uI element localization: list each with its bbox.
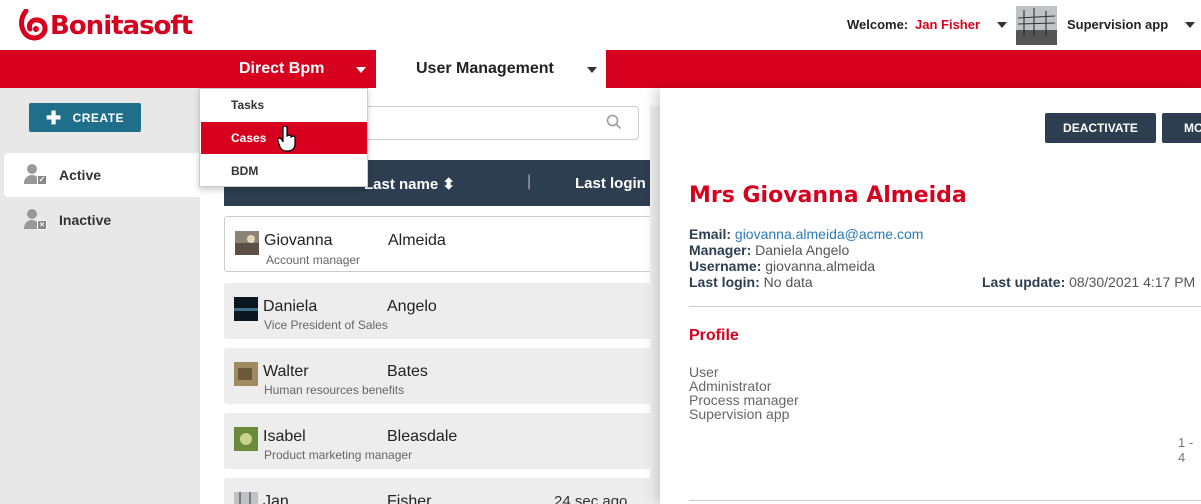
table-row[interactable]: Giovanna Almeida Account manager	[224, 216, 660, 272]
menu-item-tasks[interactable]: Tasks	[201, 89, 367, 121]
user-management-chevron-down-icon[interactable]	[587, 67, 597, 73]
sidebar	[0, 88, 200, 504]
app-menu-chevron-down-icon[interactable]	[1185, 22, 1195, 28]
user-name[interactable]: Jan Fisher	[915, 17, 980, 32]
direct-bpm-chevron-down-icon[interactable]	[356, 67, 366, 73]
active-user-icon: ✓	[24, 164, 48, 186]
profile-heading: Profile	[689, 327, 739, 344]
avatar	[234, 297, 258, 321]
job-title: Vice President of Sales	[264, 318, 388, 332]
search-input[interactable]	[356, 106, 639, 140]
last-update-value: 08/30/2021 4:17 PM	[1069, 274, 1196, 290]
table-row[interactable]: Daniela Angelo Vice President of Sales	[224, 283, 660, 339]
manager-row: Manager: Daniela Angelo	[689, 242, 849, 258]
table-row[interactable]: Jan Fisher 24 sec ago	[224, 478, 660, 504]
last-name: Fisher	[387, 493, 432, 504]
sidebar-item-inactive[interactable]: × Inactive	[4, 198, 200, 242]
avatar	[234, 362, 258, 386]
divider	[689, 306, 1201, 307]
first-name: Jan	[263, 493, 289, 504]
app-name[interactable]: Supervision app	[1067, 17, 1168, 32]
first-name: Walter	[263, 363, 309, 380]
last-name: Almeida	[388, 232, 446, 249]
first-name: Giovanna	[264, 232, 333, 249]
plus-icon: ✚	[46, 107, 62, 128]
last-name-label: Last name	[364, 176, 439, 193]
last-update-label: Last update:	[982, 274, 1066, 290]
scrollbar[interactable]	[650, 106, 660, 504]
email-row: Email: giovanna.almeida@acme.com	[689, 226, 923, 242]
first-name: Daniela	[263, 298, 318, 315]
first-name: Isabel	[263, 428, 306, 445]
last-login-label: Last login:	[689, 274, 760, 290]
column-header-last-login[interactable]: Last login	[575, 175, 646, 192]
profile-item: Supervision app	[689, 406, 790, 422]
welcome-label: Welcome:	[847, 17, 909, 32]
sort-icon: ⬍	[442, 176, 455, 193]
sidebar-item-active[interactable]: ✓ Active	[4, 153, 200, 197]
bonita-logo-icon	[19, 9, 48, 41]
bonitasoft-logo[interactable]: Bonitasoft	[18, 8, 193, 44]
last-login-row: Last login: No data	[689, 274, 813, 290]
tab-user-management[interactable]: User Management	[376, 50, 606, 88]
table-row[interactable]: Walter Bates Human resources benefits	[224, 348, 660, 404]
last-login-value: No data	[763, 274, 813, 290]
column-divider: |	[527, 173, 532, 190]
last-name: Bates	[387, 363, 428, 380]
username-value: giovanna.almeida	[765, 258, 876, 274]
username-label: Username:	[689, 258, 762, 274]
job-title: Product marketing manager	[264, 448, 413, 462]
sidebar-item-label: Active	[59, 167, 102, 183]
avatar	[234, 492, 258, 504]
pagination-label: 1 - 4	[1178, 435, 1194, 465]
manager-label: Manager:	[689, 242, 752, 258]
table-row[interactable]: Isabel Bleasdale Product marketing manag…	[224, 413, 660, 469]
last-login-value: 24 sec ago	[554, 493, 628, 504]
user-menu-chevron-down-icon[interactable]	[997, 22, 1007, 28]
create-button[interactable]: ✚ CREATE	[29, 103, 141, 132]
email-label: Email:	[689, 226, 732, 242]
inactive-user-icon: ×	[24, 209, 48, 231]
menu-item-bdm[interactable]: BDM	[201, 155, 367, 187]
job-title: Human resources benefits	[264, 383, 405, 397]
hand-pointer-icon	[277, 126, 296, 152]
logo-text: Bonitasoft	[50, 11, 193, 41]
email-value[interactable]: giovanna.almeida@acme.com	[735, 226, 924, 242]
last-name: Bleasdale	[387, 428, 458, 445]
avatar	[234, 427, 258, 451]
user-detail-panel	[660, 88, 1201, 504]
tab-direct-bpm[interactable]: Direct Bpm	[200, 50, 376, 88]
deactivate-button[interactable]: DEACTIVATE	[1045, 113, 1156, 143]
page-title: Mrs Giovanna Almeida	[689, 183, 967, 208]
manager-value: Daniela Angelo	[755, 242, 850, 258]
more-button[interactable]: MO	[1162, 113, 1201, 143]
username-row: Username: giovanna.almeida	[689, 258, 875, 274]
divider	[689, 500, 1201, 501]
sidebar-item-label: Inactive	[59, 212, 112, 228]
job-title: Account manager	[266, 253, 361, 267]
last-update-row: Last update: 08/30/2021 4:17 PM	[982, 274, 1195, 290]
avatar	[235, 231, 259, 255]
column-header-last-name[interactable]: Last name ⬍	[364, 175, 455, 193]
app-thumbnail[interactable]	[1016, 6, 1057, 45]
last-name: Angelo	[387, 298, 437, 315]
create-label: CREATE	[72, 110, 125, 125]
search-icon[interactable]	[606, 114, 622, 130]
